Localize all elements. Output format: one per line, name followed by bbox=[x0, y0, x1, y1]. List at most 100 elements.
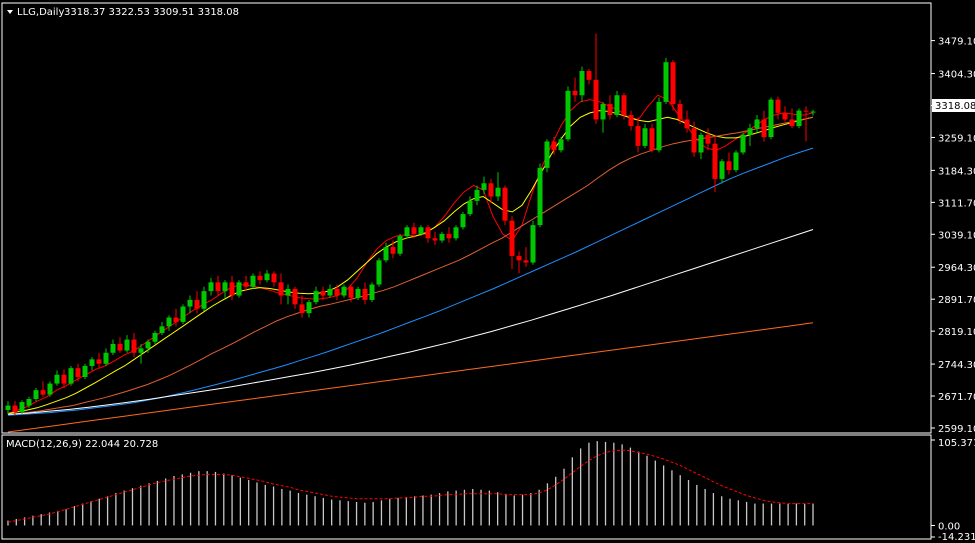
candle-body bbox=[593, 79, 599, 120]
candle-body bbox=[236, 282, 242, 296]
candle-body bbox=[103, 352, 109, 364]
candle-body bbox=[299, 304, 305, 314]
candle-body bbox=[621, 95, 627, 116]
candle-body bbox=[334, 288, 340, 296]
candle-body bbox=[733, 152, 739, 171]
candle-body bbox=[579, 71, 585, 96]
candle-body bbox=[362, 288, 368, 300]
candle-body bbox=[768, 99, 774, 138]
price-tick-label: 2891.70 bbox=[938, 295, 975, 306]
candle-body bbox=[152, 332, 158, 342]
candle-body bbox=[68, 368, 74, 384]
candle-body bbox=[5, 405, 11, 410]
macd-tick-label: 105.371 bbox=[938, 438, 975, 449]
candle-body bbox=[411, 227, 417, 234]
current-price-label: 3318.08 bbox=[935, 101, 975, 112]
candle-body bbox=[572, 90, 578, 96]
price-tick-label: 2819.10 bbox=[938, 327, 975, 338]
candle-body bbox=[180, 306, 186, 322]
candle-body bbox=[159, 326, 165, 333]
candle-body bbox=[12, 405, 18, 413]
candle-body bbox=[369, 284, 375, 300]
ohlc-values: 3318.37 3322.53 3309.51 3318.08 bbox=[64, 7, 239, 18]
candle-body bbox=[418, 227, 424, 234]
candle-body bbox=[719, 161, 725, 179]
candle-body bbox=[684, 119, 690, 129]
candle-body bbox=[26, 398, 32, 406]
candle-body bbox=[306, 302, 312, 314]
candle-body bbox=[691, 128, 697, 153]
candle-body bbox=[320, 291, 326, 296]
price-tick-label: 3404.30 bbox=[938, 70, 975, 81]
candle-body bbox=[712, 143, 718, 179]
candle-body bbox=[250, 275, 256, 287]
candle-body bbox=[488, 183, 494, 197]
candle-body bbox=[698, 134, 704, 153]
candle-body bbox=[761, 119, 767, 138]
candle-body bbox=[19, 402, 25, 413]
price-tick-label: 3479.10 bbox=[938, 37, 975, 48]
candle-body bbox=[397, 236, 403, 254]
candle-body bbox=[341, 286, 347, 296]
candle-body bbox=[705, 134, 711, 144]
candle-body bbox=[523, 260, 529, 263]
candle-body bbox=[313, 291, 319, 303]
candle-body bbox=[600, 104, 606, 120]
candle-body bbox=[425, 227, 431, 239]
candle-body bbox=[89, 359, 95, 366]
candle-body bbox=[355, 288, 361, 298]
candle-body bbox=[75, 368, 81, 377]
candle-body bbox=[614, 95, 620, 116]
candle-body bbox=[117, 343, 123, 351]
candle-body bbox=[222, 282, 228, 292]
candle-body bbox=[474, 189, 480, 201]
candle-body bbox=[194, 299, 200, 309]
candle-body bbox=[642, 128, 648, 146]
candle-body bbox=[432, 238, 438, 241]
chart-window: 3479.103404.303331.703259.103184.303111.… bbox=[0, 0, 975, 543]
candle-body bbox=[390, 247, 396, 254]
candle-body bbox=[460, 214, 466, 228]
candle-body bbox=[663, 62, 669, 102]
candle-body bbox=[467, 200, 473, 215]
candle-body bbox=[271, 273, 277, 283]
candle-body bbox=[635, 126, 641, 146]
price-tick-label: 3259.10 bbox=[938, 133, 975, 144]
candle-body bbox=[516, 255, 522, 261]
candle-body bbox=[376, 260, 382, 285]
candle-body bbox=[243, 282, 249, 287]
candle-body bbox=[803, 110, 809, 112]
candle-body bbox=[54, 374, 60, 384]
candle-body bbox=[47, 383, 53, 395]
candle-body bbox=[82, 365, 88, 377]
candle-body bbox=[789, 119, 795, 127]
candle-body bbox=[278, 282, 284, 296]
candle-body bbox=[747, 128, 753, 135]
candle-body bbox=[131, 339, 137, 353]
candle-body bbox=[558, 139, 564, 151]
candle-body bbox=[481, 183, 487, 190]
candle-body bbox=[796, 110, 802, 127]
price-tick-label: 3184.30 bbox=[938, 166, 975, 177]
price-tick-label: 2964.30 bbox=[938, 263, 975, 274]
symbol-label: LLG,Daily bbox=[17, 7, 64, 18]
candle-body bbox=[124, 339, 130, 351]
candle-body bbox=[754, 119, 760, 129]
candle-body bbox=[208, 282, 214, 292]
candle-body bbox=[495, 187, 501, 197]
candle-body bbox=[544, 141, 550, 168]
candle-body bbox=[96, 359, 102, 364]
candle-body bbox=[530, 225, 536, 263]
candle-body bbox=[215, 282, 221, 292]
candle-body bbox=[173, 317, 179, 322]
candle-body bbox=[677, 104, 683, 120]
candle-body bbox=[453, 227, 459, 239]
candle-body bbox=[201, 291, 207, 309]
candle-body bbox=[628, 115, 634, 127]
candle-body bbox=[348, 286, 354, 298]
candle-body bbox=[586, 71, 592, 80]
candle-body bbox=[509, 220, 515, 256]
candle-body bbox=[649, 128, 655, 151]
candle-body bbox=[138, 348, 144, 353]
candle-body bbox=[775, 99, 781, 113]
